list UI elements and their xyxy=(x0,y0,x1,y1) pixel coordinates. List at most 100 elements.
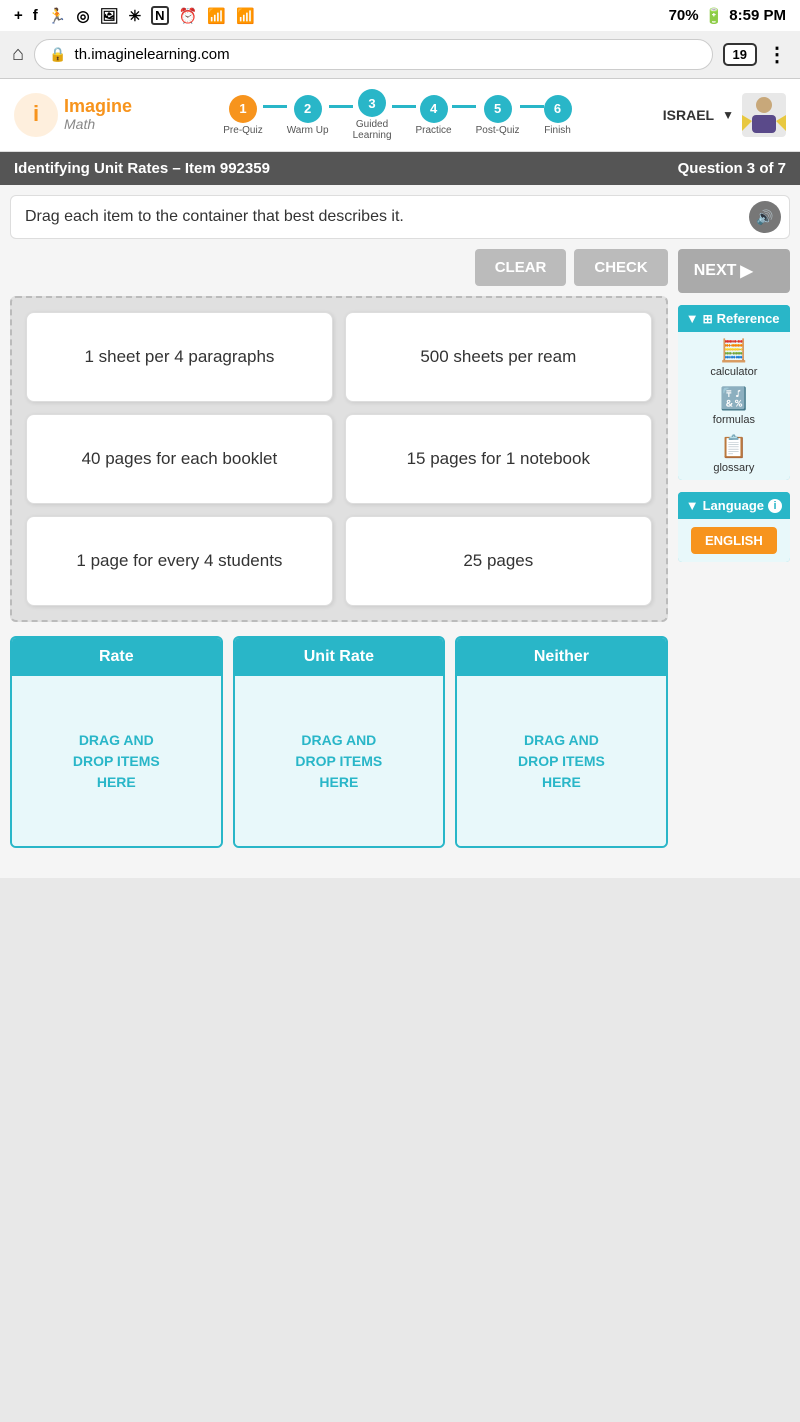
drop-zone-rate[interactable]: Rate DRAG ANDDROP ITEMSHERE xyxy=(10,636,223,848)
language-label: Language xyxy=(703,498,764,513)
right-panel: NEXT ▶ ▼ ⊞ Reference 🧮 calculator xyxy=(678,249,790,868)
glossary-item[interactable]: 📋 glossary xyxy=(713,434,754,474)
glossary-icon: 📋 xyxy=(720,434,747,460)
next-label: NEXT xyxy=(694,262,737,280)
status-bar: + f 🏃 ◎ 🖼 ✳ N ⏰ 📶 📶 70% 🔋 8:59 PM xyxy=(0,0,800,31)
drop-zones: Rate DRAG ANDDROP ITEMSHERE Unit Rate DR… xyxy=(10,636,668,848)
tab-count[interactable]: 19 xyxy=(723,43,757,66)
drag-card-2[interactable]: 500 sheets per ream xyxy=(345,312,652,402)
step-circle-4: 4 xyxy=(420,95,448,123)
calculator-icon: 🧮 xyxy=(720,338,747,364)
drag-card-1[interactable]: 1 sheet per 4 paragraphs xyxy=(26,312,333,402)
step-circle-2: 2 xyxy=(294,95,322,123)
url-text: th.imaginelearning.com xyxy=(75,46,230,63)
drag-items-area: 1 sheet per 4 paragraphs 500 sheets per … xyxy=(10,296,668,622)
content-left: CLEAR CHECK 1 sheet per 4 paragraphs 500… xyxy=(10,249,668,868)
status-bar-right: 70% 🔋 8:59 PM xyxy=(669,7,786,25)
drag-card-4[interactable]: 15 pages for 1 notebook xyxy=(345,414,652,504)
logo-text: Imagine Math xyxy=(64,97,132,132)
next-button[interactable]: NEXT ▶ xyxy=(678,249,790,293)
drop-zone-unit-rate-header: Unit Rate xyxy=(235,638,444,676)
step-2[interactable]: 2 Warm Up xyxy=(287,95,329,136)
drop-zone-neither-body: DRAG ANDDROP ITEMSHERE xyxy=(457,676,666,846)
activity-icon: 🏃 xyxy=(48,7,67,25)
drag-card-3[interactable]: 40 pages for each booklet xyxy=(26,414,333,504)
action-buttons: CLEAR CHECK xyxy=(10,249,668,286)
calculator-label: calculator xyxy=(710,366,757,378)
connector-1-2 xyxy=(263,105,287,108)
drop-zone-neither[interactable]: Neither DRAG ANDDROP ITEMSHERE xyxy=(455,636,668,848)
step-circle-6: 6 xyxy=(544,95,572,123)
connector-3-4 xyxy=(392,105,416,108)
url-bar[interactable]: 🔒 th.imaginelearning.com xyxy=(34,39,712,70)
question-title: Identifying Unit Rates – Item 992359 xyxy=(14,160,270,177)
drag-card-6[interactable]: 25 pages xyxy=(345,516,652,606)
step-label-6: Finish xyxy=(544,125,571,136)
app-container: i Imagine Math 1 Pre-Quiz 2 Warm Up 3 Gu… xyxy=(0,79,800,878)
drop-zone-neither-header: Neither xyxy=(457,638,666,676)
reference-label: Reference xyxy=(717,311,780,326)
step-circle-1: 1 xyxy=(229,95,257,123)
step-1[interactable]: 1 Pre-Quiz xyxy=(223,95,262,136)
next-arrow-icon: ▶ xyxy=(740,261,752,281)
reference-panel: ▼ ⊞ Reference 🧮 calculator 🔣 formulas xyxy=(678,305,790,480)
imagine-math-logo: i xyxy=(14,93,58,137)
calculator-item[interactable]: 🧮 calculator xyxy=(710,338,757,378)
instruction-text: Drag each item to the container that bes… xyxy=(25,208,404,225)
instruction-box: Drag each item to the container that bes… xyxy=(10,195,790,239)
drop-zone-rate-header: Rate xyxy=(12,638,221,676)
drop-zone-unit-rate-body: DRAG ANDDROP ITEMSHERE xyxy=(235,676,444,846)
dropdown-arrow-icon[interactable]: ▼ xyxy=(722,108,734,122)
step-circle-3: 3 xyxy=(358,89,386,117)
language-body: ENGLISH xyxy=(678,519,790,562)
facebook-icon: f xyxy=(33,7,38,24)
battery-icon: 🔋 xyxy=(705,7,724,25)
connector-2-3 xyxy=(329,105,353,108)
clear-button[interactable]: CLEAR xyxy=(475,249,567,286)
drag-card-5[interactable]: 1 page for every 4 students xyxy=(26,516,333,606)
browser-bar: ⌂ 🔒 th.imaginelearning.com 19 ⋮ xyxy=(0,31,800,79)
language-panel: ▼ Language i ENGLISH xyxy=(678,492,790,562)
alarm-icon: ⏰ xyxy=(179,7,198,25)
main-content: Drag each item to the container that bes… xyxy=(0,185,800,878)
svg-text:i: i xyxy=(33,101,39,126)
browser-menu-button[interactable]: ⋮ xyxy=(767,42,788,67)
image-icon: 🖼 xyxy=(100,7,119,25)
speaker-icon: 🔊 xyxy=(756,209,773,226)
connector-4-5 xyxy=(452,105,476,108)
question-info: Question 3 of 7 xyxy=(678,160,786,177)
progress-steps: 1 Pre-Quiz 2 Warm Up 3 Guided Learning 4… xyxy=(223,89,571,141)
formulas-icon: 🔣 xyxy=(720,386,747,412)
english-button[interactable]: ENGLISH xyxy=(691,527,777,554)
drop-placeholder-unit-rate: DRAG ANDDROP ITEMSHERE xyxy=(295,730,382,793)
formulas-label: formulas xyxy=(713,414,755,426)
step-label-3: Guided Learning xyxy=(353,119,392,141)
drop-placeholder-rate: DRAG ANDDROP ITEMSHERE xyxy=(73,730,160,793)
step-label-2: Warm Up xyxy=(287,125,329,136)
triangle-icon: ▼ xyxy=(686,311,699,326)
step-5[interactable]: 5 Post-Quiz xyxy=(476,95,520,136)
nfc-icon: N xyxy=(151,6,168,25)
connector-5-6 xyxy=(520,105,544,108)
add-icon: + xyxy=(14,7,23,24)
step-label-1: Pre-Quiz xyxy=(223,125,262,136)
step-4[interactable]: 4 Practice xyxy=(416,95,452,136)
step-3[interactable]: 3 Guided Learning xyxy=(353,89,392,141)
drop-zone-unit-rate[interactable]: Unit Rate DRAG ANDDROP ITEMSHERE xyxy=(233,636,446,848)
audio-button[interactable]: 🔊 xyxy=(749,201,781,233)
logo-imagine: Imagine xyxy=(64,97,132,117)
status-bar-left: + f 🏃 ◎ 🖼 ✳ N ⏰ 📶 📶 xyxy=(14,6,255,25)
time-display: 8:59 PM xyxy=(729,7,786,24)
reference-header: ▼ ⊞ Reference xyxy=(678,305,790,332)
user-avatar xyxy=(742,93,786,137)
user-area: ISRAEL ▼ xyxy=(663,93,786,137)
formulas-item[interactable]: 🔣 formulas xyxy=(713,386,755,426)
language-info-icon: i xyxy=(768,499,782,513)
step-6[interactable]: 6 Finish xyxy=(544,95,572,136)
content-area: CLEAR CHECK 1 sheet per 4 paragraphs 500… xyxy=(10,249,790,868)
wifi-icon: 📶 xyxy=(207,7,226,25)
app-header: i Imagine Math 1 Pre-Quiz 2 Warm Up 3 Gu… xyxy=(0,79,800,152)
check-button[interactable]: CHECK xyxy=(574,249,667,286)
lock-icon: 🔒 xyxy=(49,46,66,63)
home-button[interactable]: ⌂ xyxy=(12,43,24,66)
